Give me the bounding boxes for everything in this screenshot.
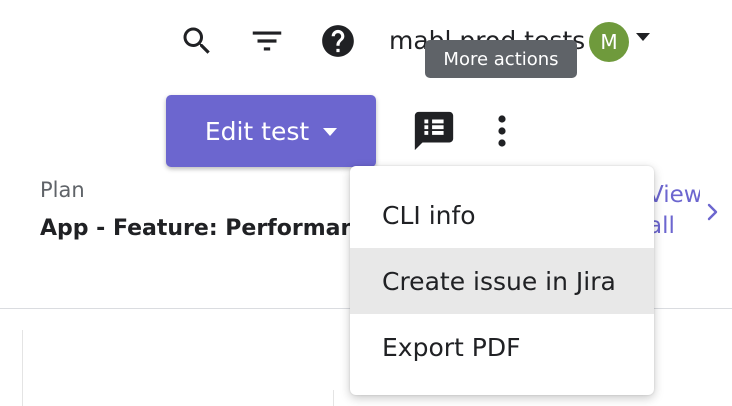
chevron-right-icon[interactable] (705, 202, 721, 226)
edit-test-button[interactable]: Edit test (166, 95, 376, 167)
comments-icon[interactable] (411, 108, 457, 154)
filter-icon[interactable] (248, 22, 286, 60)
more-actions-menu: CLI info Create issue in Jira Export PDF (350, 166, 654, 395)
panel-divider (22, 330, 23, 406)
plan-name: App - Feature: Performance (40, 216, 352, 241)
more-vertical-icon[interactable] (482, 108, 522, 154)
menu-item-label: Export PDF (382, 332, 521, 362)
plan-name-container[interactable]: App - Feature: Performance (40, 212, 352, 248)
help-icon[interactable] (319, 22, 357, 60)
menu-item-create-jira-issue[interactable]: Create issue in Jira (350, 248, 654, 314)
panel-divider (333, 390, 334, 406)
menu-item-cli-info[interactable]: CLI info (350, 182, 654, 248)
edit-test-label: Edit test (204, 116, 310, 146)
menu-item-label: CLI info (382, 200, 476, 230)
chevron-down-icon (323, 128, 338, 136)
caret-down-icon[interactable] (636, 33, 650, 41)
avatar[interactable]: M (589, 22, 629, 62)
view-all-label: View all (648, 182, 700, 239)
search-icon[interactable] (178, 22, 216, 60)
view-all-link[interactable]: View all (648, 180, 700, 244)
menu-item-label: Create issue in Jira (382, 266, 616, 296)
menu-item-export-pdf[interactable]: Export PDF (350, 314, 654, 380)
plan-label: Plan (40, 178, 85, 202)
more-actions-tooltip: More actions (425, 40, 577, 78)
avatar-initial: M (600, 30, 618, 54)
